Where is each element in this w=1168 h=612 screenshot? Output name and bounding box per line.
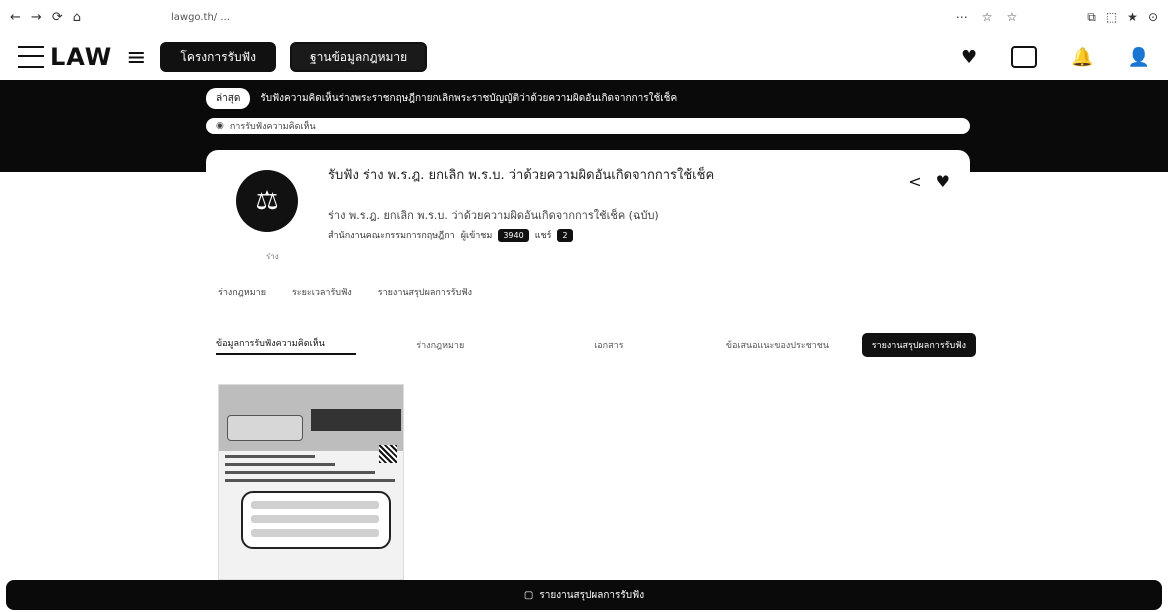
card-type-label: ร่าง <box>266 252 279 261</box>
latest-badge: ล่าสุด <box>206 88 251 109</box>
report-summary-bar[interactable]: ▢ รายงานสรุปผลการรับฟัง <box>6 580 1162 610</box>
tabs-icon[interactable]: ⧉ <box>1087 10 1096 25</box>
project-meta: สำนักงานคณะกรรมการกฤษฎีกา ผู้เข้าชม 3940… <box>328 228 573 242</box>
poster-text-line <box>225 471 375 474</box>
search-icon: ◉ <box>216 121 224 131</box>
poster-title-block <box>311 409 401 431</box>
banner-headline[interactable]: รับฟังความคิดเห็นร่างพระราชกฤษฎีกายกเลิก… <box>260 91 677 106</box>
poster-bullet <box>251 501 379 509</box>
content-tabs: ข้อมูลการรับฟังความคิดเห็น ร่างกฎหมาย เอ… <box>216 330 976 360</box>
logo-icon <box>18 46 44 68</box>
share-count: 2 <box>557 228 573 242</box>
share-icon[interactable]: < <box>908 172 921 191</box>
projects-button[interactable]: โครงการรับฟัง <box>160 42 277 72</box>
browser-nav: ← → ⟳ ⌂ <box>10 10 81 25</box>
views-label: ผู้เข้าชม <box>460 231 493 241</box>
extension-icon[interactable]: ★ <box>1127 10 1138 25</box>
forward-icon[interactable]: → <box>31 10 42 25</box>
browser-toolbar: ← → ⟳ ⌂ lawgo.th/ ... ⋯ ☆ ☆ ⧉ ⬚ ★ ⊙ <box>0 0 1168 34</box>
poster-bullet <box>251 515 379 523</box>
site-header: LAW ≡ โครงการรับฟัง ฐานข้อมูลกฎหมาย ♥ 🔔 … <box>0 36 1168 78</box>
card-links: ร่างกฎหมาย ระยะเวลารับฟัง รายงานสรุปผลกา… <box>218 285 472 299</box>
window-icon[interactable]: ⬚ <box>1106 10 1117 25</box>
profile-icon[interactable]: ⊙ <box>1148 10 1158 25</box>
cheque-illustration <box>227 415 303 441</box>
share-label: แชร์ <box>534 231 552 241</box>
user-icon[interactable]: 👤 <box>1128 47 1150 68</box>
card-actions: < ♥ <box>908 172 950 191</box>
browser-extensions: ⧉ ⬚ ★ ⊙ <box>1087 10 1158 25</box>
menu-icon[interactable]: ≡ <box>126 43 146 71</box>
site-logo[interactable]: LAW <box>18 43 112 71</box>
home-icon[interactable]: ⌂ <box>73 10 81 25</box>
tab-draft-law[interactable]: ร่างกฎหมาย <box>356 338 525 352</box>
agency-name[interactable]: สำนักงานคณะกรรมการกฤษฎีกา <box>328 228 455 242</box>
star-icon[interactable]: ☆ <box>1006 10 1017 24</box>
tab-public-suggestions[interactable]: ข้อเสนอแนะของประชาชน <box>693 338 862 352</box>
chat-icon[interactable] <box>1011 46 1038 68</box>
tab-hearing-info[interactable]: ข้อมูลการรับฟังความคิดเห็น <box>216 336 356 355</box>
poster-text-line <box>225 479 395 482</box>
header-actions: ♥ 🔔 👤 <box>961 46 1150 68</box>
more-icon[interactable]: ⋯ <box>956 10 968 24</box>
heart-icon[interactable]: ♥ <box>936 172 950 191</box>
report-tab-button[interactable]: รายงานสรุปผลการรับฟัง <box>861 333 976 357</box>
poster-text-line <box>225 455 315 458</box>
law-database-button[interactable]: ฐานข้อมูลกฎหมาย <box>290 42 428 72</box>
banner-headline-row: ล่าสุด รับฟังความคิดเห็นร่างพระราชกฤษฎีก… <box>206 88 677 109</box>
poster-bullet <box>251 529 379 537</box>
back-icon[interactable]: ← <box>10 10 21 25</box>
draft-law-link[interactable]: ร่างกฎหมาย <box>218 285 266 299</box>
report-link[interactable]: รายงานสรุปผลการรับฟัง <box>378 285 472 299</box>
logo-text: LAW <box>50 43 113 71</box>
report-summary-label: รายงานสรุปผลการรับฟัง <box>539 589 645 601</box>
project-card: ⚖ ร่าง รับฟัง ร่าง พ.ร.ฎ. ยกเลิก พ.ร.บ. … <box>206 150 970 330</box>
shield-icon[interactable]: ☆ <box>982 10 993 24</box>
qr-code <box>379 445 397 463</box>
project-title: รับฟัง ร่าง พ.ร.ฎ. ยกเลิก พ.ร.บ. ว่าด้วย… <box>328 168 715 183</box>
favorites-icon[interactable]: ♥ <box>961 47 977 68</box>
bell-icon[interactable]: 🔔 <box>1071 47 1093 68</box>
address-bar[interactable]: lawgo.th/ ... <box>171 12 230 23</box>
period-label: ระยะเวลารับฟัง <box>291 288 352 298</box>
tab-documents[interactable]: เอกสาร <box>525 338 694 352</box>
browser-page-actions: ⋯ ☆ ☆ <box>956 10 1018 24</box>
search-input[interactable]: ◉ การรับฟังความคิดเห็น <box>206 118 970 134</box>
document-icon: ▢ <box>523 589 534 601</box>
infographic-image <box>218 384 404 580</box>
poster-speech-bubble <box>241 491 391 549</box>
search-text: การรับฟังความคิดเห็น <box>229 122 316 132</box>
views-count: 3940 <box>498 228 529 242</box>
project-description: ร่าง พ.ร.ฎ. ยกเลิก พ.ร.บ. ว่าด้วยความผิด… <box>328 209 659 222</box>
reload-icon[interactable]: ⟳ <box>52 10 63 25</box>
scales-icon: ⚖ <box>236 170 298 232</box>
poster-text-line <box>225 463 335 466</box>
